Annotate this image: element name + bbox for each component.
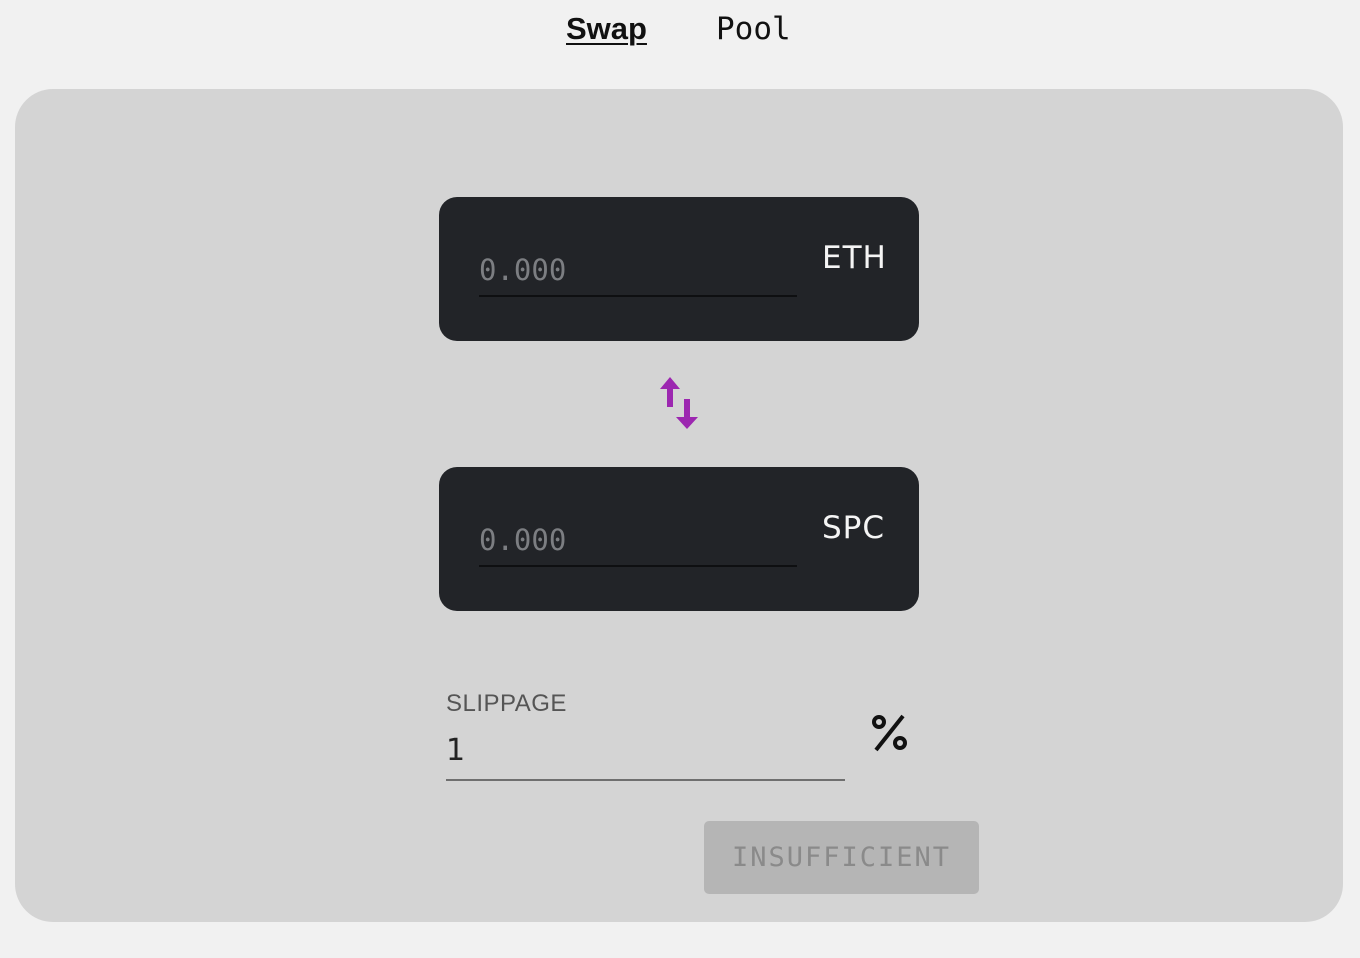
insufficient-button[interactable]: INSUFFICIENT: [704, 821, 979, 894]
percent-icon: [872, 714, 907, 752]
from-token-box: ETH: [439, 197, 919, 341]
from-amount-input[interactable]: [479, 245, 797, 297]
swap-vertical-arrows-icon: [660, 377, 698, 429]
to-token-box: SPC: [439, 467, 919, 611]
top-nav: Swap Pool: [0, 0, 1360, 60]
tab-swap[interactable]: Swap: [566, 10, 647, 48]
from-token-symbol: ETH: [822, 240, 887, 276]
slippage-label: SLIPPAGE: [446, 690, 567, 717]
swap-direction-button[interactable]: [658, 377, 700, 433]
tab-pool[interactable]: Pool: [716, 10, 791, 48]
slippage-input[interactable]: [446, 721, 845, 781]
swap-panel: ETH SPC SLIPPAGE INSUFFICIENT: [15, 89, 1343, 922]
to-token-symbol: SPC: [822, 510, 886, 546]
to-amount-input[interactable]: [479, 515, 797, 567]
